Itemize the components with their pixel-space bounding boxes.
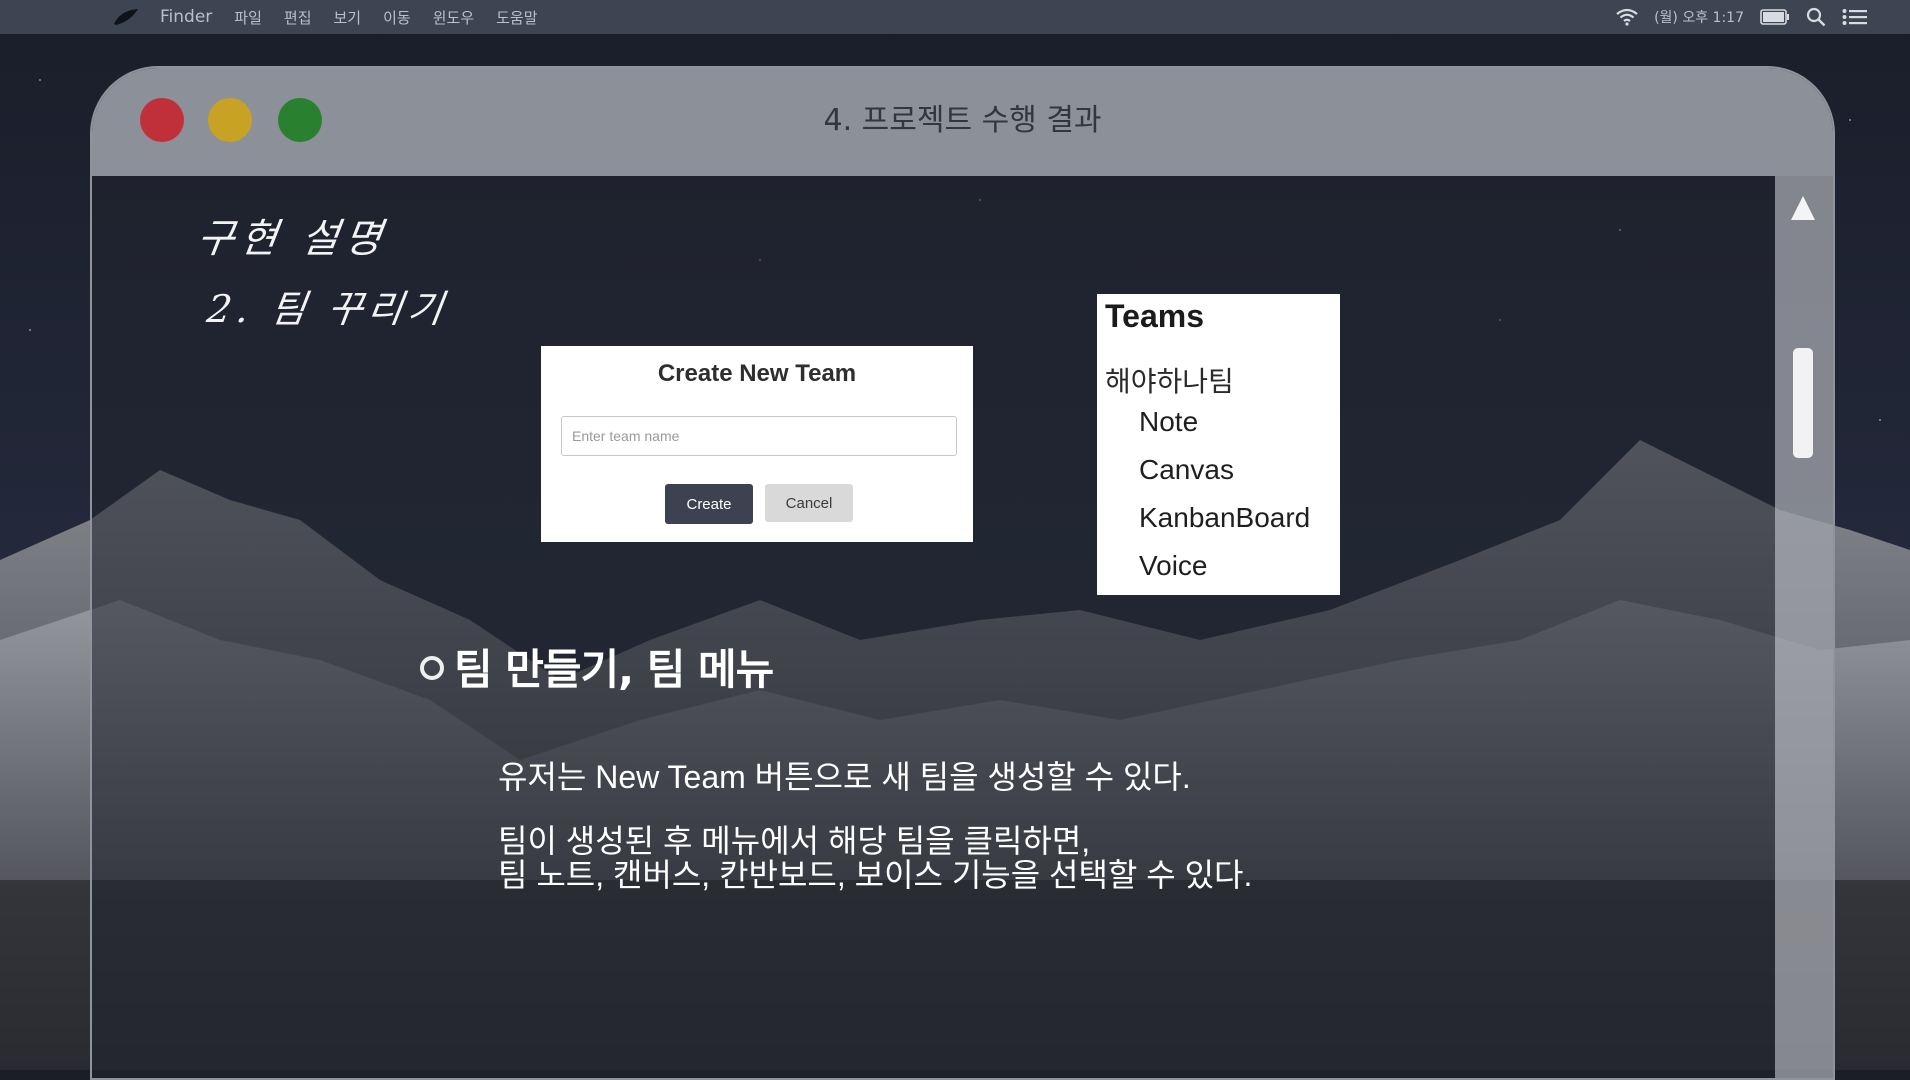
create-button[interactable]: Create — [665, 484, 753, 524]
wifi-icon[interactable] — [1616, 8, 1638, 26]
dialog-title: Create New Team — [657, 360, 857, 387]
menu-item-edit[interactable]: 편집 — [284, 7, 312, 28]
circle-bullet-icon — [420, 656, 444, 680]
list-icon[interactable] — [1842, 8, 1868, 26]
create-team-dialog: Create New Team Create Cancel — [541, 346, 973, 542]
scroll-thumb[interactable] — [1793, 348, 1813, 458]
vertical-scrollbar[interactable] — [1775, 176, 1833, 1078]
section-subheading: 2. 팀 꾸리기 — [204, 287, 451, 331]
description-line: 유저는 New Team 버튼으로 새 팀을 생성할 수 있다. — [498, 759, 1191, 795]
team-item[interactable]: 해야하나팀 — [1105, 360, 1234, 400]
window-title: 4. 프로젝트 수행 결과 — [823, 103, 1102, 138]
menu-bar: Finder 파일 편집 보기 이동 윈도우 도움말 (월) 오후 1:17 — [0, 0, 1910, 34]
menu-item-view[interactable]: 보기 — [334, 7, 362, 28]
team-menu-item-note[interactable]: Note — [1139, 406, 1198, 438]
menu-item-file[interactable]: 파일 — [234, 7, 262, 28]
cancel-button[interactable]: Cancel — [765, 484, 853, 522]
scroll-up-arrow-icon[interactable] — [1791, 196, 1815, 220]
description-line: 팀 노트, 캔버스, 칸반보드, 보이스 기능을 선택할 수 있다. — [498, 857, 1253, 893]
team-name-input[interactable] — [561, 416, 957, 456]
battery-icon[interactable] — [1760, 9, 1790, 25]
teams-menu: Teams 해야하나팀 Note Canvas KanbanBoard Voic… — [1097, 294, 1340, 595]
team-menu-item-kanbanboard[interactable]: KanbanBoard — [1139, 502, 1310, 534]
window-titlebar[interactable]: 4. 프로젝트 수행 결과 — [92, 68, 1833, 176]
menu-item-window[interactable]: 윈도우 — [433, 7, 474, 28]
search-icon[interactable] — [1806, 7, 1826, 27]
menu-app-name[interactable]: Finder — [160, 7, 212, 27]
section-heading: 구현 설명 — [194, 216, 391, 262]
team-menu-item-voice[interactable]: Voice — [1139, 550, 1208, 582]
menu-item-go[interactable]: 이동 — [383, 7, 411, 28]
teams-heading: Teams — [1105, 298, 1205, 334]
team-menu-item-canvas[interactable]: Canvas — [1139, 454, 1234, 486]
moon-icon — [152, 214, 170, 250]
menu-clock[interactable]: (월) 오후 1:17 — [1654, 7, 1744, 27]
apple-logo-icon[interactable] — [112, 7, 140, 27]
menu-item-help[interactable]: 도움말 — [496, 7, 537, 28]
section-title: 팀 만들기, 팀 메뉴 — [454, 645, 774, 694]
